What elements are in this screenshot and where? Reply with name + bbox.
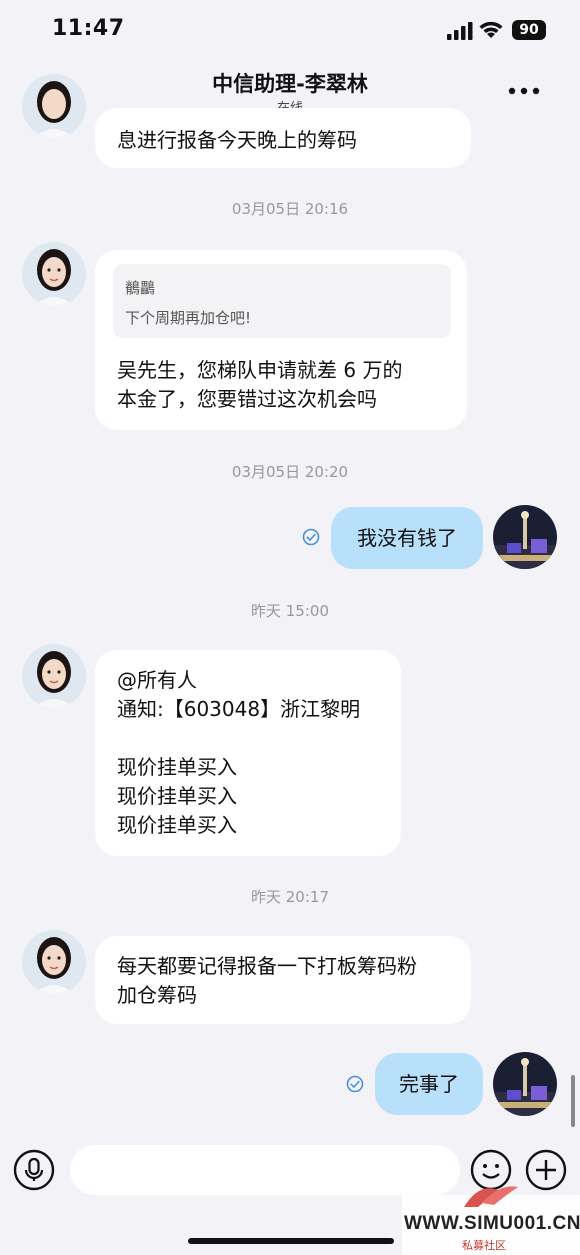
watermark-logo	[464, 1186, 518, 1207]
message-bubble-outgoing[interactable]: 我没有钱了	[331, 507, 483, 569]
wifi-icon	[479, 21, 503, 38]
battery-indicator: 90	[512, 20, 546, 40]
scroll-indicator[interactable]	[571, 1075, 575, 1127]
message-line: 加仓筹码	[117, 983, 197, 1007]
home-indicator	[188, 1238, 394, 1244]
quoted-message[interactable]: 鶺鸓 下个周期再加仓吧!	[113, 264, 451, 338]
quoted-text: 下个周期再加仓吧!	[125, 309, 252, 327]
message-text: 息进行报备今天晚上的筹码	[117, 128, 357, 152]
contact-avatar[interactable]	[22, 644, 86, 708]
message-line: 吴先生，您梯队申请就差 6 万的	[117, 358, 403, 382]
message-timestamp: 昨天 15:00	[251, 602, 329, 620]
message-input[interactable]	[70, 1145, 460, 1195]
message-line	[117, 724, 379, 753]
more-dots-icon[interactable]	[508, 86, 540, 96]
message-timestamp: 03月05日 20:16	[231, 200, 349, 218]
message-bubble[interactable]: @所有人 通知:【603048】浙江黎明 现价挂单买入 现价挂单买入 现价挂单买…	[95, 650, 401, 856]
watermark-text: WWW.SIMU001.CN	[404, 1213, 580, 1234]
message-line: 现价挂单买入	[117, 813, 237, 837]
message-bubble[interactable]: 每天都要记得报备一下打板筹码粉 加仓筹码	[95, 936, 471, 1024]
contact-avatar[interactable]	[22, 74, 86, 138]
message-line: 通知:【603048】浙江黎明	[117, 697, 361, 721]
message-bubble-outgoing[interactable]: 完事了	[375, 1053, 483, 1115]
watermark: WWW.SIMU001.CN 私募社区	[402, 1186, 580, 1255]
add-icon[interactable]	[525, 1149, 567, 1191]
message-line: 现价挂单买入	[117, 784, 237, 808]
message-text: 完事了	[399, 1072, 459, 1096]
cellular-signal-icon	[447, 22, 473, 40]
status-time: 11:47	[52, 16, 125, 41]
quoted-sender: 鶺鸓	[125, 279, 156, 297]
contact-avatar[interactable]	[22, 242, 86, 306]
message-timestamp: 03月05日 20:20	[231, 463, 349, 481]
status-bar: 11:47 90	[0, 0, 580, 60]
message-line: 本金了，您要错过这次机会吗	[117, 387, 377, 411]
read-check-icon	[302, 528, 320, 546]
message-line: @所有人	[117, 668, 197, 692]
message-line: 现价挂单买入	[117, 755, 237, 779]
watermark-subtext: 私募社区	[462, 1239, 506, 1252]
message-bubble[interactable]: 息进行报备今天晚上的筹码	[95, 108, 471, 168]
read-check-icon	[346, 1075, 364, 1093]
message-line: 每天都要记得报备一下打板筹码粉	[117, 954, 417, 978]
message-text: 我没有钱了	[357, 526, 457, 550]
chat-title: 中信助理-李翠林	[212, 72, 368, 96]
message-bubble[interactable]: 鶺鸓 下个周期再加仓吧! 吴先生，您梯队申请就差 6 万的 本金了，您要错过这次…	[95, 250, 467, 430]
contact-avatar[interactable]	[22, 930, 86, 994]
my-avatar[interactable]	[493, 505, 557, 569]
message-timestamp: 昨天 20:17	[251, 888, 329, 906]
my-avatar[interactable]	[493, 1052, 557, 1116]
voice-icon[interactable]	[13, 1149, 55, 1191]
